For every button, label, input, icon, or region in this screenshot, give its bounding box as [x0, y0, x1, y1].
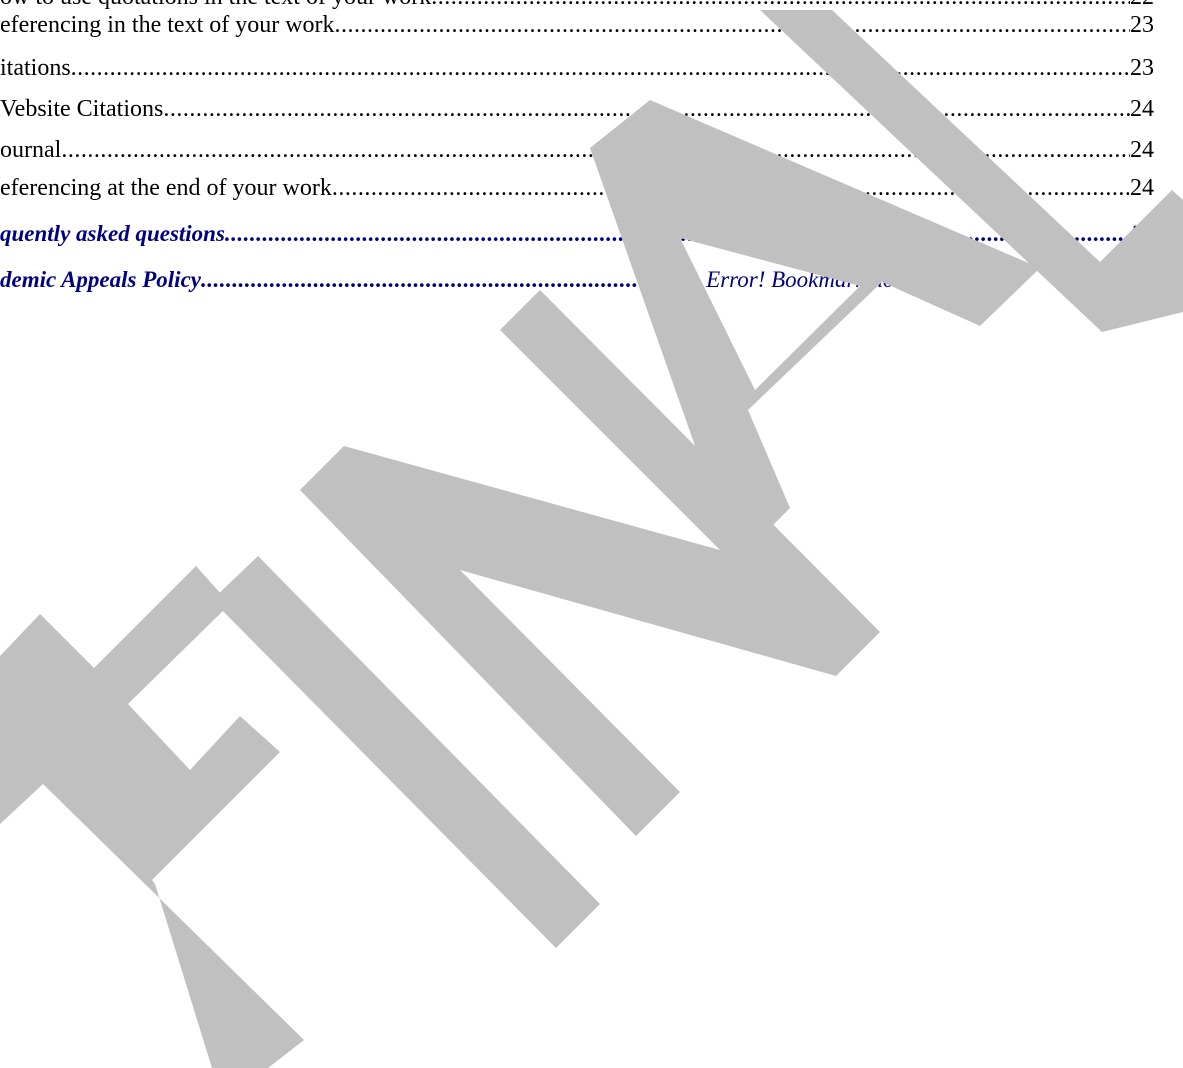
toc-entry[interactable]: itations ...............................…: [0, 55, 1154, 85]
toc-entry-page: 24: [1130, 137, 1154, 164]
toc-entry[interactable]: eferencing in the text of your work ....…: [0, 12, 1154, 42]
toc-entry-title: eferencing in the text of your work: [0, 12, 335, 39]
table-of-contents: ow to use quotations in the text of your…: [0, 0, 1183, 1068]
toc-entry[interactable]: demic Appeals Policy ...................…: [0, 267, 980, 297]
toc-leader-dots: ........................................…: [331, 175, 1130, 201]
toc-leader-dots: ........................................…: [163, 96, 1130, 122]
toc-entry[interactable]: Vebsite Citations ......................…: [0, 96, 1154, 126]
toc-leader-dots: ........................................…: [70, 55, 1130, 81]
toc-entry-page: 27: [1127, 221, 1154, 247]
toc-entry-page: 24: [1130, 96, 1154, 123]
toc-entry-title: ournal: [0, 137, 62, 164]
toc-entry-page: 23: [1130, 55, 1154, 82]
toc-entry[interactable]: quently asked questions ................…: [0, 221, 1154, 251]
toc-leader-dots: ........................................…: [334, 12, 1130, 38]
toc-entry-page: Error! Bookmark not defined.: [702, 267, 980, 293]
toc-leader-dots: ........................................…: [224, 221, 1127, 246]
toc-leader-dots: ........................................…: [200, 267, 702, 292]
toc-entry-page: 22: [1130, 0, 1154, 11]
toc-entry-title: eferencing at the end of your work: [0, 175, 332, 202]
toc-entry-title: ow to use quotations in the text of your…: [0, 0, 432, 11]
toc-entry-title: itations: [0, 55, 71, 82]
toc-entry[interactable]: eferencing at the end of your work .....…: [0, 175, 1154, 205]
toc-entry-title: demic Appeals Policy: [0, 267, 201, 293]
toc-leader-dots: ........................................…: [431, 0, 1130, 11]
toc-entry-title: Vebsite Citations: [0, 96, 164, 123]
toc-entry-page: 24: [1130, 175, 1154, 202]
toc-leader-dots: ........................................…: [61, 137, 1130, 163]
toc-entry[interactable]: ournal .................................…: [0, 137, 1154, 167]
toc-entry-page: 23: [1130, 12, 1154, 39]
toc-entry-title: quently asked questions: [0, 221, 225, 247]
